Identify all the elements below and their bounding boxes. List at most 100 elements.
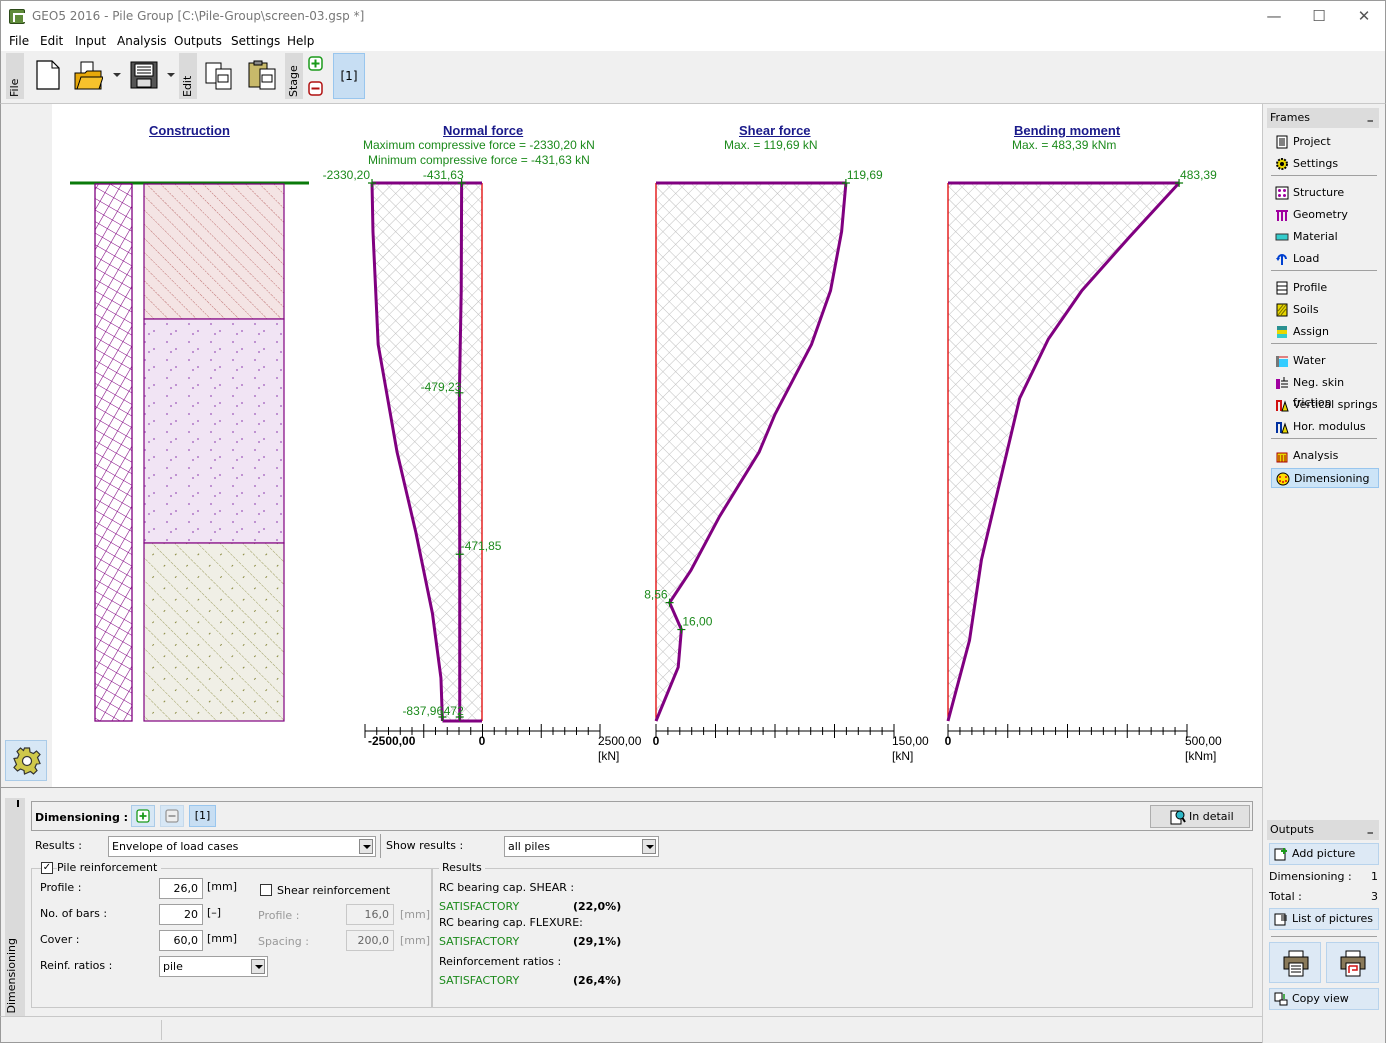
axis-unit-label: [kN]: [598, 749, 619, 763]
axis-label-zero: 0: [945, 734, 952, 748]
frame-item-label: Project: [1293, 135, 1331, 148]
in-detail-button[interactable]: In detail: [1150, 805, 1250, 828]
construction-title: Construction: [149, 123, 230, 138]
frame-item-vertical-springs[interactable]: Vertical springs: [1271, 395, 1379, 415]
copy-view-button[interactable]: Copy view: [1269, 988, 1379, 1010]
sr-spacing-input[interactable]: 200,0: [346, 930, 394, 951]
frame-item-project[interactable]: Project: [1271, 132, 1379, 152]
print-pdf-button[interactable]: [1326, 942, 1379, 983]
check-flexure-percent: (29,1%): [573, 935, 622, 948]
axis-label-min: -2500,00: [368, 734, 416, 748]
axis-label-max: 150,00: [892, 734, 929, 748]
paste-icon[interactable]: [247, 59, 277, 91]
reinf-ratios-label: Reinf. ratios :: [40, 959, 113, 972]
menu-file[interactable]: File: [9, 34, 29, 48]
add-picture-icon: [1274, 848, 1287, 861]
sr-spacing-label: Spacing :: [258, 935, 309, 948]
bending-moment-title: Bending moment: [1014, 123, 1121, 138]
new-file-icon[interactable]: [33, 59, 63, 91]
pile-reinforcement-checkbox[interactable]: ✓: [41, 862, 53, 874]
number-of-bars-input[interactable]: 20: [159, 904, 203, 925]
status-divider: [161, 1020, 162, 1040]
label-top-max: -2330,20: [323, 168, 371, 182]
frame-item-label: Assign: [1293, 325, 1329, 338]
frame-item-neg-skin-friction[interactable]: Neg. skin friction: [1271, 373, 1379, 409]
label-top-min: -431,63: [423, 168, 464, 182]
axis-label-zero: 0: [653, 734, 660, 748]
menu-input[interactable]: Input: [75, 34, 106, 48]
print-button[interactable]: [1269, 942, 1321, 983]
magnifier-document-icon: [1170, 810, 1186, 825]
frames-header-label: Frames: [1270, 111, 1311, 124]
minimize-button[interactable]: —: [1251, 1, 1297, 32]
dimensioning-stage-bar: Dimensioning : [1] In detail: [31, 801, 1253, 831]
stage-1-button[interactable]: [1]: [333, 53, 365, 99]
copy-icon[interactable]: [204, 59, 234, 91]
copy-view-label: Copy view: [1292, 992, 1349, 1005]
frame-item-profile[interactable]: Profile: [1271, 278, 1379, 298]
status-bar: [0, 1016, 1262, 1043]
profile-label: Profile :: [40, 881, 82, 894]
add-picture-button[interactable]: Add picture: [1269, 843, 1379, 865]
shear-force-title: Shear force: [739, 123, 811, 138]
menu-settings[interactable]: Settings: [231, 34, 280, 48]
profile-input[interactable]: 26,0: [159, 878, 203, 899]
show-results-select[interactable]: all piles: [504, 836, 659, 857]
open-folder-icon[interactable]: [73, 59, 103, 91]
neg-skin-friction-icon: [1276, 377, 1288, 389]
frame-item-hor-modulus[interactable]: Hor. modulus: [1271, 417, 1379, 437]
list-of-pictures-button[interactable]: List of pictures: [1269, 908, 1379, 930]
label-local-min: 8,56: [644, 588, 668, 602]
axis-label-max: 500,00: [1185, 734, 1222, 748]
menu-edit[interactable]: Edit: [40, 34, 63, 48]
sr-profile-input[interactable]: 16,0: [346, 904, 394, 925]
frames-collapse-button[interactable]: _: [1368, 106, 1374, 126]
add-stage-icon[interactable]: [308, 56, 323, 71]
outputs-collapse-button[interactable]: _: [1368, 818, 1374, 838]
open-dropdown-arrow[interactable]: [113, 73, 121, 77]
frame-item-assign[interactable]: Assign: [1271, 322, 1379, 342]
frames-separator: [1271, 270, 1377, 271]
close-button[interactable]: ✕: [1341, 1, 1386, 32]
geometry-icon: [1276, 210, 1288, 221]
cover-input[interactable]: 60,0: [159, 930, 203, 951]
frame-item-load[interactable]: Load: [1271, 249, 1379, 269]
frame-item-label: Settings: [1293, 157, 1339, 170]
shear-reinforcement-checkbox[interactable]: [260, 884, 272, 896]
bending-moment-chart: 483,39 0 500,00[kNm]: [945, 168, 1222, 763]
frame-item-analysis[interactable]: Analysis: [1271, 446, 1379, 466]
add-dimensioning-button[interactable]: [131, 805, 155, 827]
save-dropdown-arrow[interactable]: [167, 73, 175, 77]
frame-item-structure[interactable]: Structure: [1271, 183, 1379, 203]
frame-item-soils[interactable]: Soils: [1271, 300, 1379, 320]
menu-help[interactable]: Help: [287, 34, 314, 48]
menu-outputs[interactable]: Outputs: [174, 34, 222, 48]
remove-stage-icon[interactable]: [308, 81, 323, 96]
dimensioning-stage-1[interactable]: [1]: [189, 805, 216, 827]
normal-force-max-text: Maximum compressive force = -2330,20 kN: [363, 138, 595, 152]
frame-item-dimensioning[interactable]: Dimensioning: [1271, 468, 1379, 488]
dimensioning-count-label: Dimensioning :: [1269, 870, 1352, 883]
printer-icon: [1283, 950, 1309, 977]
dimensioning-count-value: 1: [1371, 870, 1378, 883]
menu-analysis[interactable]: Analysis: [117, 34, 166, 48]
dimensioning-tab-label: Dimensioning: [5, 938, 18, 1014]
frame-item-material[interactable]: Material: [1271, 227, 1379, 247]
results-select[interactable]: Envelope of load cases: [108, 836, 376, 857]
frame-item-settings[interactable]: Settings: [1271, 154, 1379, 174]
settings-button[interactable]: [5, 740, 47, 781]
save-icon[interactable]: [129, 59, 159, 91]
frame-item-water[interactable]: Water: [1271, 351, 1379, 371]
sr-spacing-unit: [mm]: [400, 934, 431, 947]
pile-reinforcement-label: Pile reinforcement: [57, 861, 162, 874]
check-flexure-status: SATISFACTORY: [439, 935, 520, 948]
frame-item-geometry[interactable]: Geometry: [1271, 205, 1379, 225]
maximize-button[interactable]: ☐: [1296, 1, 1342, 32]
cover-unit: [mm]: [207, 932, 238, 945]
reinf-ratios-select[interactable]: pile: [159, 956, 268, 977]
assign-icon: [1277, 326, 1287, 338]
minus-icon: [165, 809, 179, 823]
remove-dimensioning-button[interactable]: [160, 805, 184, 827]
normal-force-chart: -2330,20 -431,63 -479,23 -471,85 -837,96-472…: [323, 168, 642, 763]
menu-bar: File Edit Input Analysis Outputs Setting…: [0, 31, 1386, 51]
